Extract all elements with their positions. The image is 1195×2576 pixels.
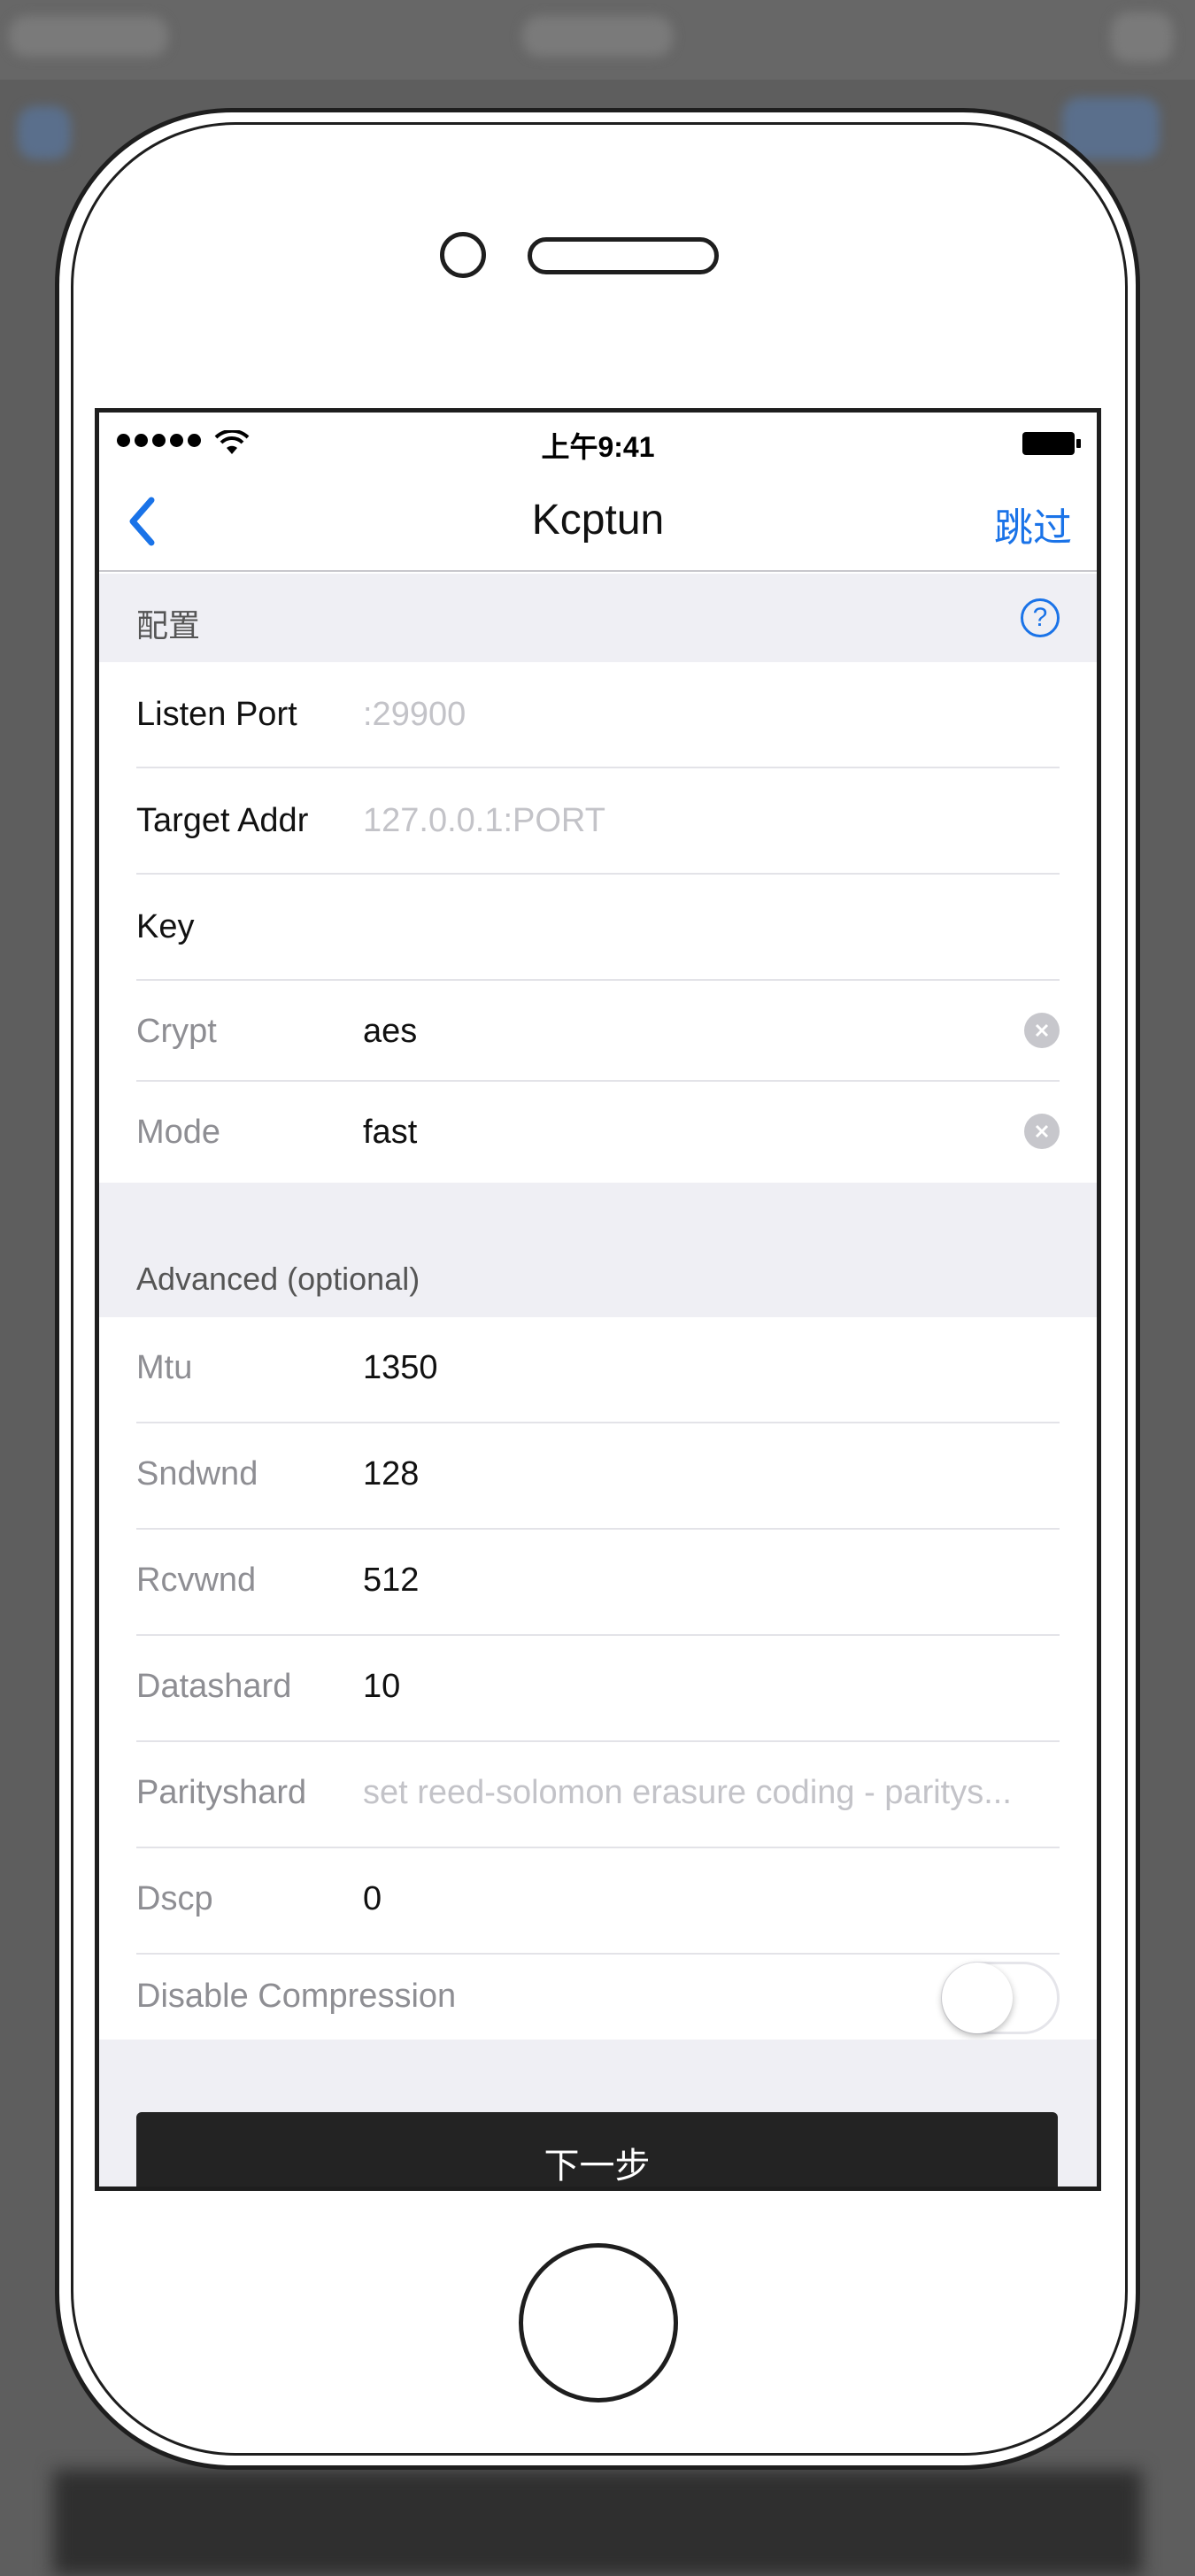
status-time: 上午9:41: [541, 431, 655, 463]
skip-button[interactable]: 跳过: [994, 496, 1072, 552]
phone-camera: [440, 232, 486, 278]
row-rcvwnd[interactable]: Rcvwnd 512: [99, 1530, 1097, 1636]
next-button[interactable]: 下一步: [136, 2112, 1058, 2187]
section-title-advanced: Advanced (optional): [136, 1261, 420, 1297]
row-mode[interactable]: Mode fast: [99, 1082, 1097, 1183]
page-title: Kcptun: [531, 497, 665, 544]
row-label: Datashard: [136, 1668, 292, 1705]
row-label: Target Addr: [136, 802, 309, 839]
clear-icon[interactable]: [1024, 1013, 1060, 1048]
row-listen-port[interactable]: Listen Port :29900: [99, 662, 1097, 768]
row-label: Disable Compression: [136, 1978, 457, 2015]
row-label: Listen Port: [136, 696, 297, 733]
toggle-knob: [942, 1963, 1013, 2033]
help-icon[interactable]: ?: [1021, 598, 1060, 637]
crypt-value[interactable]: aes: [363, 1013, 1044, 1051]
row-label: Rcvwnd: [136, 1562, 257, 1599]
section-title-config: 配置: [136, 607, 201, 644]
background-blur-shape: [1111, 12, 1173, 62]
mode-value[interactable]: fast: [363, 1114, 1044, 1152]
status-bar: 上午9:41: [99, 413, 1097, 473]
datashard-input[interactable]: 10: [363, 1668, 1044, 1706]
background-blur-shape: [18, 106, 71, 159]
row-label: Sndwnd: [136, 1455, 258, 1492]
row-label: Parityshard: [136, 1774, 307, 1811]
rcvwnd-input[interactable]: 512: [363, 1562, 1044, 1600]
row-mtu[interactable]: Mtu 1350: [99, 1317, 1097, 1423]
row-label: Mode: [136, 1114, 221, 1151]
mtu-input[interactable]: 1350: [363, 1349, 1044, 1387]
sndwnd-input[interactable]: 128: [363, 1455, 1044, 1493]
row-target-addr[interactable]: Target Addr 127.0.0.1:PORT: [99, 768, 1097, 875]
section-header-advanced: Advanced (optional): [99, 1183, 1097, 1317]
disable-compression-toggle[interactable]: [941, 1962, 1060, 2034]
row-key[interactable]: Key: [99, 875, 1097, 981]
background-app-bottombar: [53, 2470, 1142, 2576]
phone-speaker: [528, 237, 719, 274]
background-blur-shape: [9, 16, 168, 57]
row-label: Dscp: [136, 1880, 213, 1917]
row-datashard[interactable]: Datashard 10: [99, 1636, 1097, 1742]
row-label: Mtu: [136, 1349, 193, 1386]
row-parityshard[interactable]: Parityshard set reed-solomon erasure cod…: [99, 1742, 1097, 1848]
listen-port-input[interactable]: :29900: [363, 696, 1044, 734]
battery-icon: [1022, 432, 1081, 455]
background-blur-shape: [522, 16, 673, 57]
navigation-bar: Kcptun 跳过: [99, 473, 1097, 572]
dscp-input[interactable]: 0: [363, 1880, 1044, 1918]
target-addr-input[interactable]: 127.0.0.1:PORT: [363, 802, 1044, 840]
row-disable-compression: Disable Compression: [99, 1955, 1097, 2040]
parityshard-input[interactable]: set reed-solomon erasure coding - parity…: [363, 1774, 1060, 1812]
row-label: Crypt: [136, 1013, 217, 1050]
home-button[interactable]: [519, 2243, 678, 2402]
clear-icon[interactable]: [1024, 1114, 1060, 1149]
row-dscp[interactable]: Dscp 0: [99, 1848, 1097, 1955]
row-sndwnd[interactable]: Sndwnd 128: [99, 1423, 1097, 1530]
phone-screen: 上午9:41 Kcptun 跳过 配置 ? Listen Port :29900…: [95, 408, 1101, 2191]
section-header-config: 配置 ?: [99, 574, 1097, 662]
row-crypt[interactable]: Crypt aes: [99, 981, 1097, 1082]
row-label: Key: [136, 908, 195, 945]
